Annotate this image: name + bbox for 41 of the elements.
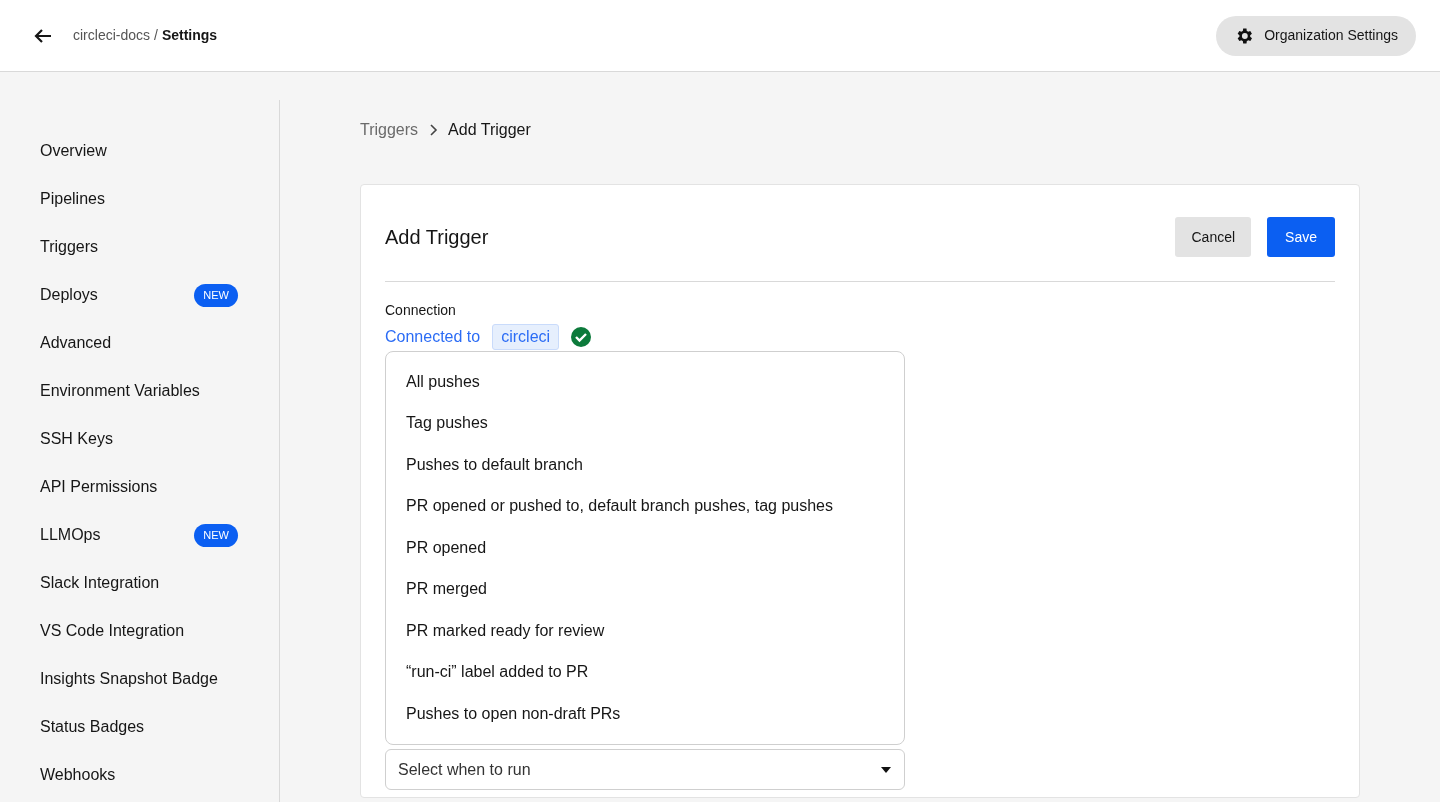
connected-to-link[interactable]: Connected to [385, 325, 481, 349]
chevron-right-icon [428, 124, 439, 136]
sidebar-item[interactable]: Triggers [40, 235, 99, 259]
sidebar-item[interactable]: VS Code Integration [40, 619, 185, 643]
sidebar-item[interactable]: SSH Keys [40, 427, 113, 451]
dropdown-option[interactable]: PR merged [386, 568, 904, 610]
back-arrow-icon[interactable] [33, 27, 53, 44]
sidebar-item[interactable]: Insights Snapshot Badge [40, 667, 218, 691]
sidebar-item[interactable]: Advanced [40, 331, 112, 355]
breadcrumb-link[interactable]: Triggers [360, 118, 419, 142]
select-field[interactable]: Select when to run [385, 749, 905, 790]
card-title: Add Trigger [385, 225, 489, 250]
dropdown-option[interactable]: Pushes to open non-draft PRs [386, 693, 904, 735]
sidebar-item[interactable]: Status Badges [40, 715, 145, 739]
new-badge: NEW [194, 283, 238, 307]
sidebar-item[interactable]: Deploys [40, 283, 98, 307]
save-button[interactable]: Save [1267, 217, 1335, 257]
dropdown-option[interactable]: PR marked ready for review [386, 610, 904, 652]
sidebar-item[interactable]: Overview [40, 139, 107, 163]
breadcrumb-current: Add Trigger [448, 120, 531, 140]
dropdown-option[interactable]: All pushes [386, 361, 904, 403]
dropdown-option[interactable]: Pushes to default branch [386, 444, 904, 486]
new-badge: NEW [194, 523, 238, 547]
sidebar-item[interactable]: Pipelines [40, 187, 105, 211]
page-title: Settings [161, 26, 218, 45]
dropdown-option[interactable]: “run-ci” label added to PR [386, 651, 904, 693]
cancel-button[interactable]: Cancel [1175, 217, 1252, 257]
sidebar-item[interactable]: Webhooks [40, 763, 116, 787]
sidebar-item[interactable]: Slack Integration [40, 571, 160, 595]
sidebar-item[interactable]: LLMOps [40, 523, 101, 547]
dropdown-option[interactable]: Tag pushes [386, 402, 904, 444]
dropdown-option[interactable]: PR opened [386, 527, 904, 569]
caret-down-icon [880, 765, 892, 774]
dropdown-option[interactable]: PR opened or pushed to, default branch pushes, tag pushes [386, 485, 904, 527]
repo-tag: circleci [492, 324, 560, 350]
sidebar-item[interactable]: API Permissions [40, 475, 158, 499]
field-label: Connection [385, 301, 457, 320]
org-link[interactable]: circleci-docs [73, 25, 150, 46]
sidebar-item[interactable]: Environment Variables [40, 379, 200, 403]
organization-settings-button[interactable]: Organization Settings [1216, 15, 1416, 56]
breadcrumb-separator: / [154, 26, 158, 45]
